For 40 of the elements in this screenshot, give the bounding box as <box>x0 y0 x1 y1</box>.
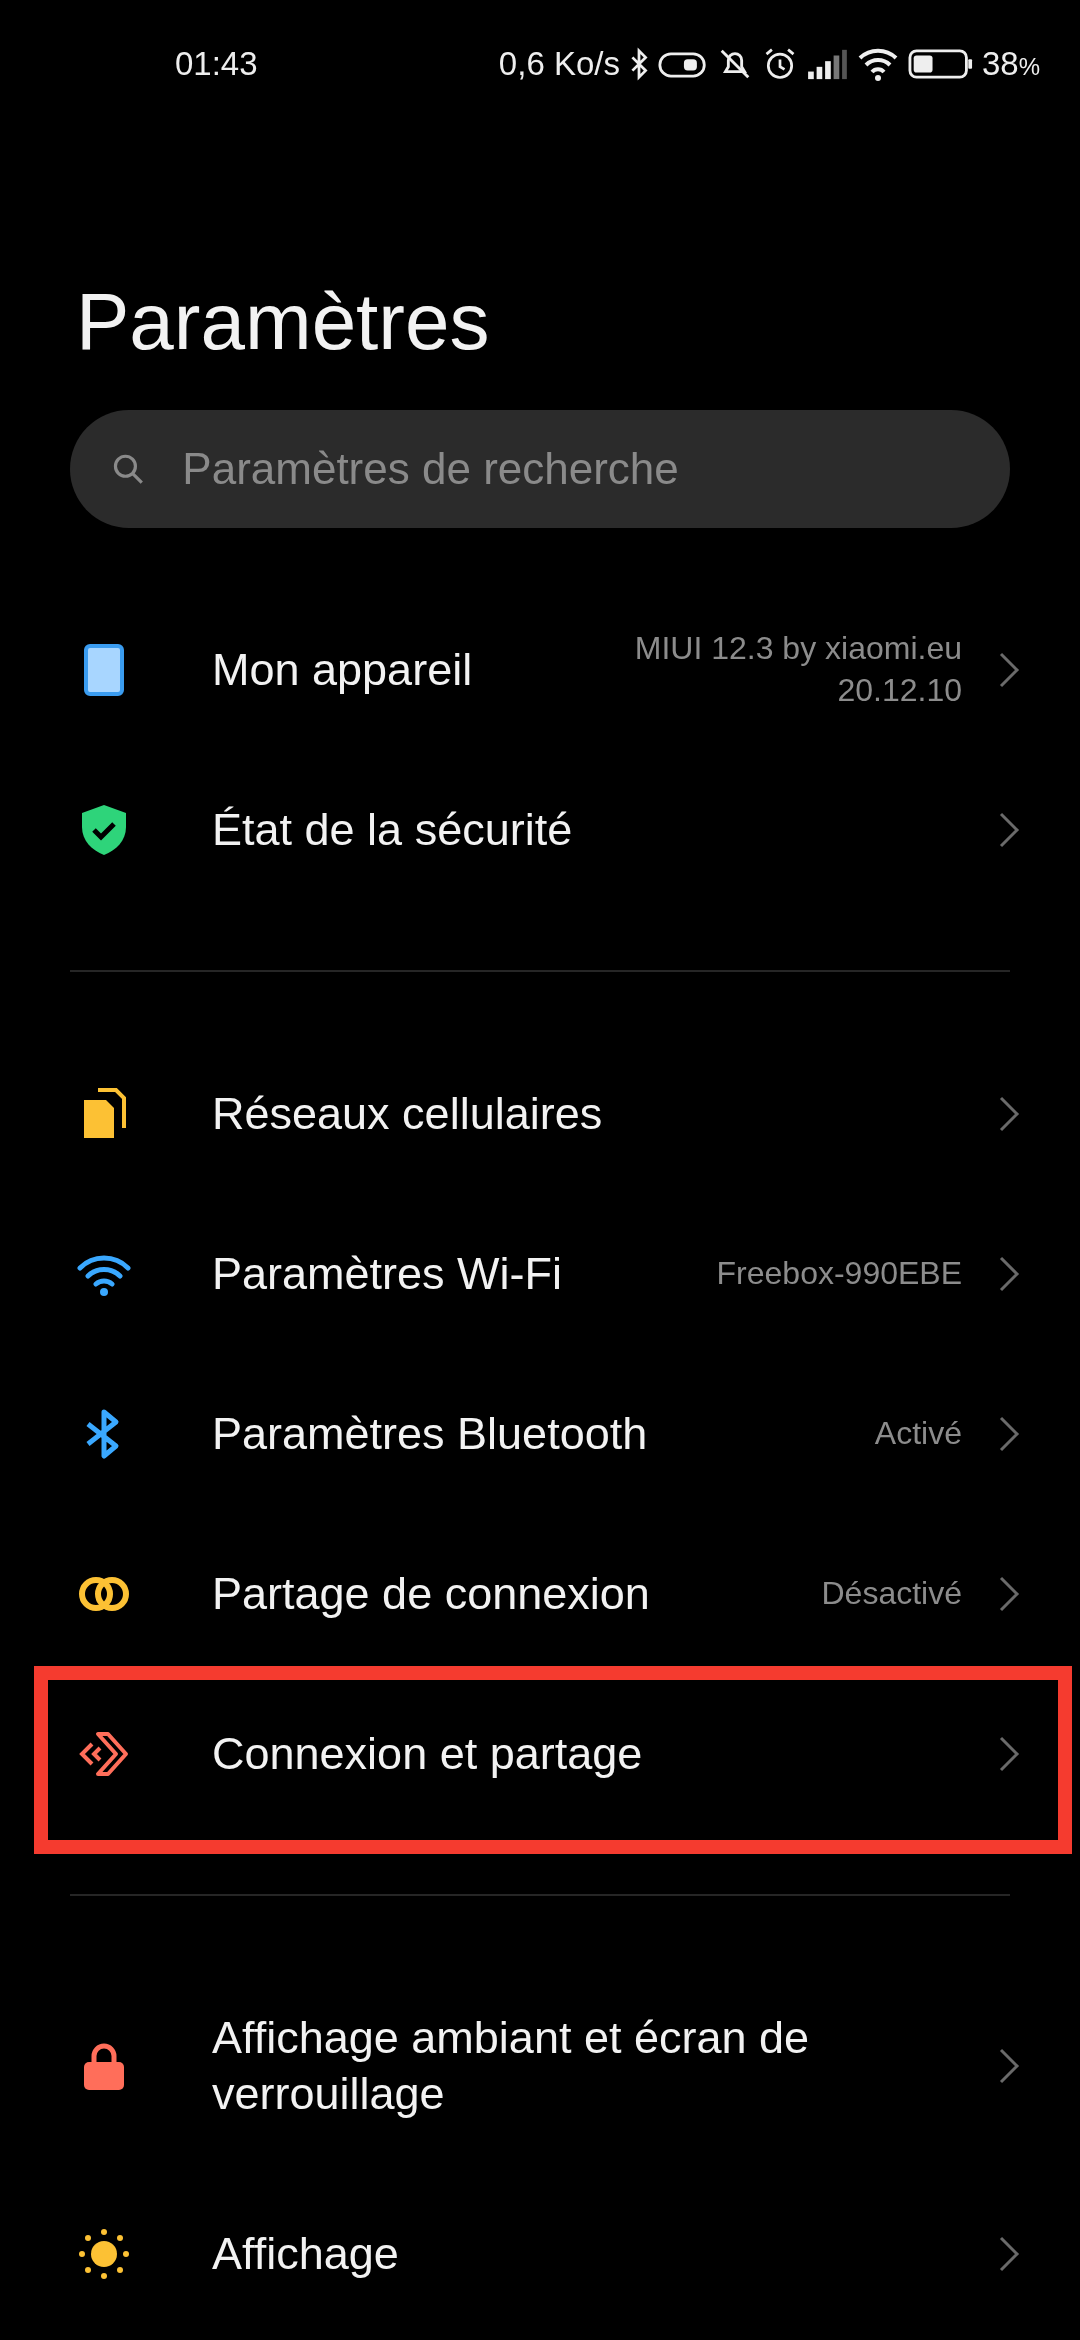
item-label: État de la sécurité <box>212 802 573 857</box>
settings-item[interactable]: Connexion et partage <box>0 1674 1080 1834</box>
chevron-right-icon <box>998 1735 1020 1773</box>
item-value: Activé <box>873 1414 962 1454</box>
settings-item[interactable]: Mon appareil MIUI 12.3 by xiaomi.eu 20.12.10 <box>0 590 1080 750</box>
chevron-right-icon <box>998 651 1020 689</box>
battery-percent-text: 38% <box>981 44 1040 85</box>
item-label: Paramètres Wi-Fi <box>212 1246 563 1301</box>
chevron-right-icon <box>998 2047 1020 2085</box>
network-speed-text: 0,6 Ko/s <box>498 44 620 85</box>
settings-item[interactable]: Paramètres Wi-Fi Freebox-990EBE <box>0 1194 1080 1354</box>
chevron-right-icon <box>998 811 1020 849</box>
chevron-right-icon <box>998 1575 1020 1613</box>
search-bar[interactable]: Paramètres de recherche <box>70 410 1010 528</box>
item-value: Freebox-990EBE <box>715 1254 962 1294</box>
item-label: Paramètres Bluetooth <box>212 1406 648 1461</box>
settings-item[interactable]: Partage de connexion Désactivé <box>0 1514 1080 1674</box>
item-label: Affichage <box>212 2226 399 2281</box>
settings-item[interactable]: Paramètres Bluetooth Activé <box>0 1354 1080 1514</box>
clock-text: 01:43 <box>175 44 258 85</box>
item-label: Partage de connexion <box>212 1566 650 1621</box>
search-field[interactable]: Paramètres de recherche <box>146 435 970 503</box>
signal-icon <box>805 47 848 81</box>
chevron-right-icon <box>998 1095 1020 1133</box>
sun-icon <box>76 2226 132 2282</box>
item-value: Désactivé <box>820 1574 962 1614</box>
battery-icon <box>907 48 974 80</box>
item-label: Affichage ambiant et écran de verrouillage <box>212 2010 811 2121</box>
page-title: Paramètres <box>76 278 491 366</box>
settings-item[interactable]: État de la sécurité <box>0 750 1080 910</box>
settings-item[interactable]: Affichage ambiant et écran de verrouillage <box>0 1958 1080 2174</box>
chevron-right-icon <box>998 1415 1020 1453</box>
settings-item[interactable]: Réseaux cellulaires <box>0 1034 1080 1194</box>
item-label: Connexion et partage <box>212 1726 643 1781</box>
chevron-right-icon <box>998 2235 1020 2273</box>
item-value: MIUI 12.3 by xiaomi.eu 20.12.10 <box>633 629 962 710</box>
item-label: Réseaux cellulaires <box>212 1086 603 1141</box>
item-label: Mon appareil <box>212 642 473 697</box>
settings-item[interactable]: Affichage <box>0 2174 1080 2334</box>
chevron-right-icon <box>998 1255 1020 1293</box>
